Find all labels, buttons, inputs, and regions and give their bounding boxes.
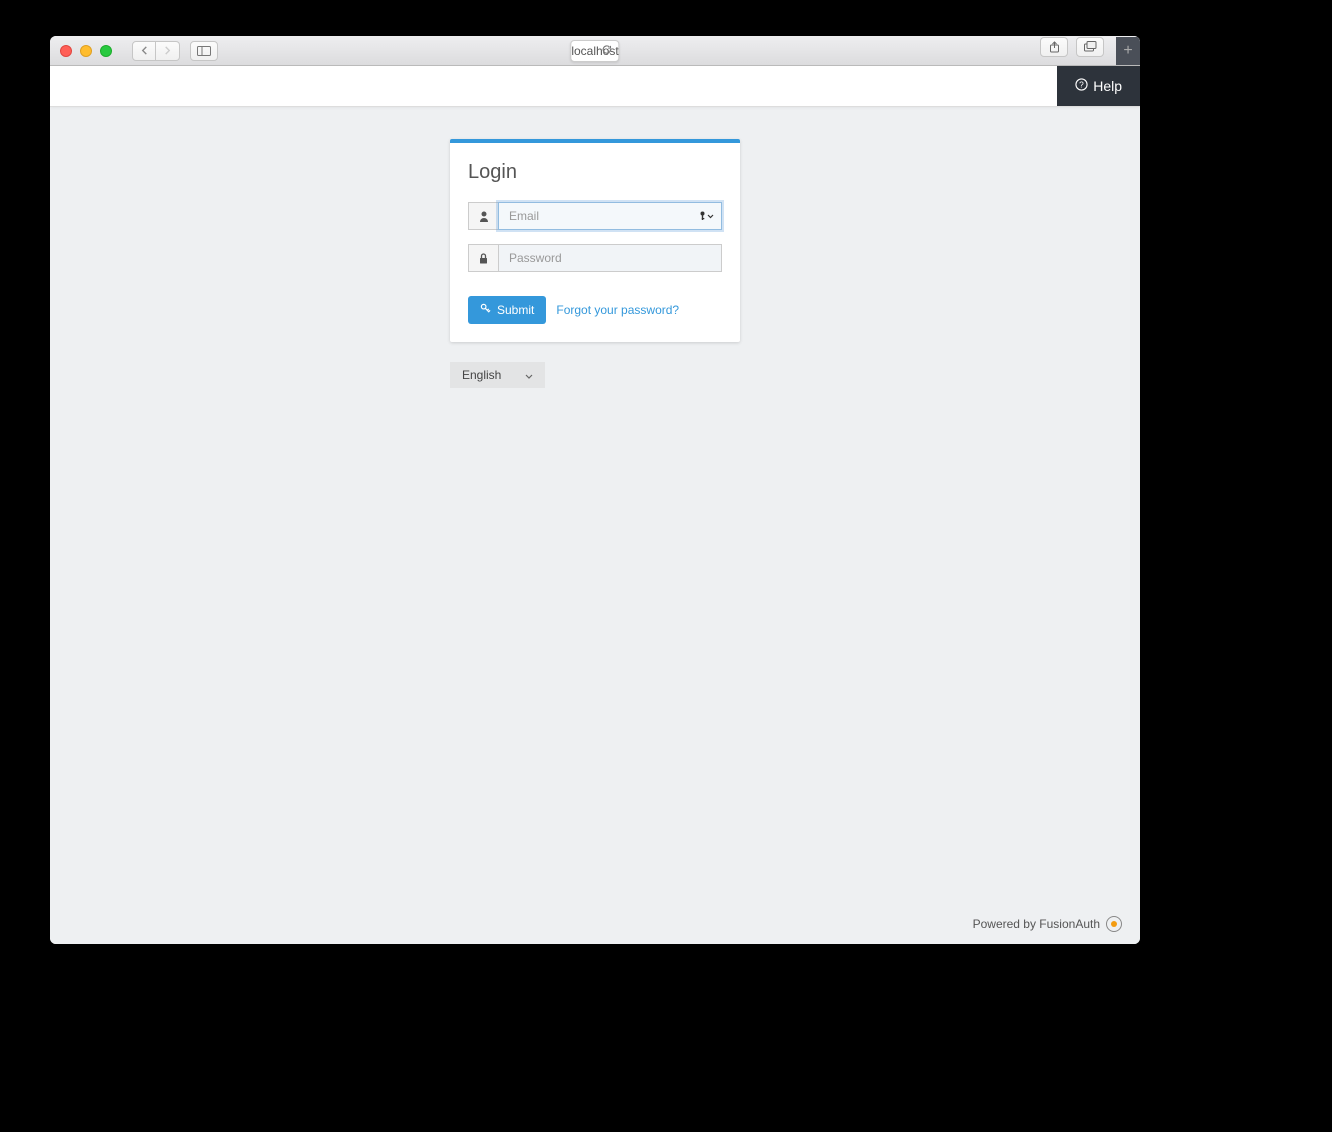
browser-window: localhost + ? Help [50,36,1140,944]
email-input-group [468,202,722,230]
submit-button[interactable]: Submit [468,296,546,324]
login-title: Login [468,161,722,184]
window-close-button[interactable] [60,45,72,57]
right-toolbar: + [1040,37,1130,65]
nav-buttons [132,41,180,61]
login-container: Login [450,139,740,388]
email-input[interactable] [498,202,722,230]
page-content: ? Help Login [50,66,1140,944]
new-tab-button[interactable]: + [1116,37,1140,65]
svg-text:?: ? [1079,79,1084,89]
help-icon: ? [1075,78,1088,94]
window-maximize-button[interactable] [100,45,112,57]
fusionauth-logo-icon [1106,916,1122,932]
forgot-password-link[interactable]: Forgot your password? [556,303,679,317]
sidebar-toggle-button[interactable] [190,41,218,61]
help-button[interactable]: ? Help [1057,66,1140,106]
reload-icon[interactable] [602,44,613,58]
help-label: Help [1093,78,1122,94]
back-button[interactable] [132,41,156,61]
keychain-icon[interactable] [699,211,714,221]
tabs-button[interactable] [1076,37,1104,57]
footer: Powered by FusionAuth [973,916,1122,932]
forward-button[interactable] [156,41,180,61]
language-selected: English [462,368,501,382]
password-input-group [468,244,722,272]
key-icon [480,303,491,317]
form-actions: Submit Forgot your password? [468,296,722,324]
language-select[interactable]: English [450,362,545,388]
lock-icon [468,244,498,272]
app-top-bar: ? Help [50,66,1140,107]
chevron-down-icon [525,368,533,382]
traffic-lights [60,45,112,57]
url-bar[interactable]: localhost [570,40,619,62]
powered-by-text: Powered by FusionAuth [973,917,1100,931]
browser-chrome: localhost + [50,36,1140,66]
user-icon [468,202,498,230]
submit-label: Submit [497,303,534,317]
login-card: Login [450,139,740,342]
share-button[interactable] [1040,37,1068,57]
window-minimize-button[interactable] [80,45,92,57]
password-input[interactable] [498,244,722,272]
